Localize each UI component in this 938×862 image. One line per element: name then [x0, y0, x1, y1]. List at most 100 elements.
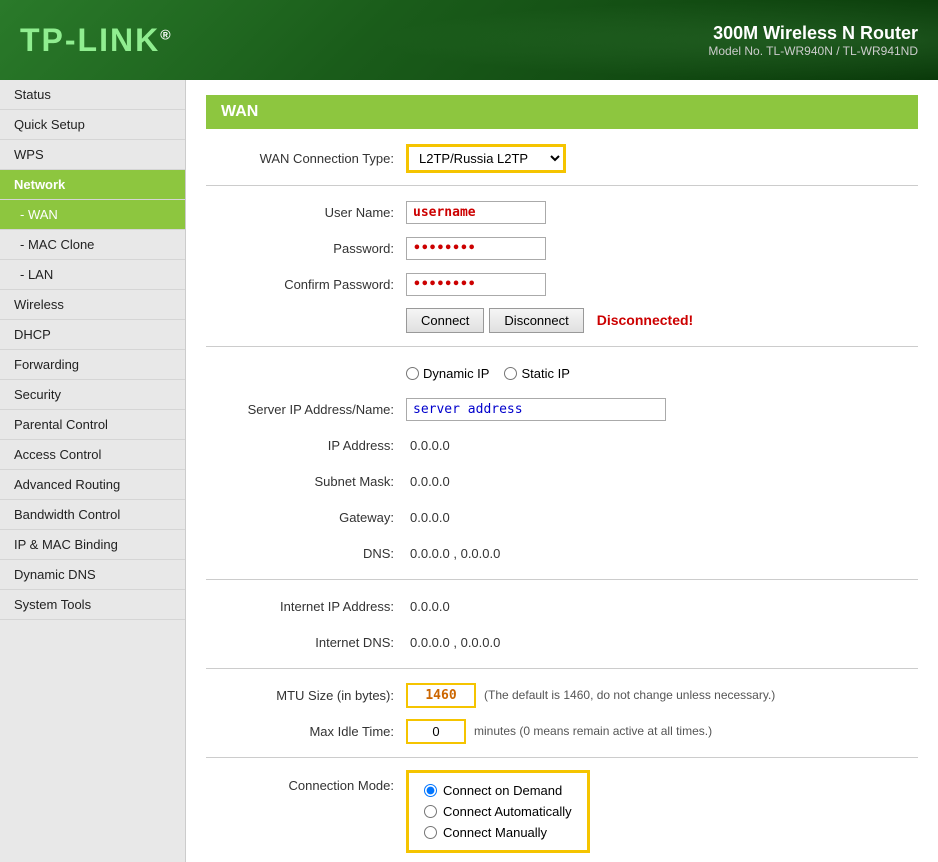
- connect-manually-option[interactable]: Connect Manually: [424, 825, 572, 840]
- sidebar-item-parental-control[interactable]: Parental Control: [0, 410, 185, 440]
- connect-manually-radio[interactable]: [424, 826, 437, 839]
- dynamic-ip-label: Dynamic IP: [423, 366, 489, 381]
- sidebar-item-network[interactable]: Network: [0, 170, 185, 200]
- server-ip-label: Server IP Address/Name:: [206, 402, 406, 417]
- server-ip-input[interactable]: [406, 398, 666, 421]
- subnet-mask-value: 0.0.0.0: [410, 474, 450, 489]
- logo-link: LINK: [78, 22, 161, 58]
- static-ip-label: Static IP: [521, 366, 569, 381]
- ip-address-label: IP Address:: [206, 438, 406, 453]
- disconnect-button[interactable]: Disconnect: [489, 308, 583, 333]
- connection-mode-options: Connect on Demand Connect Automatically …: [424, 783, 572, 840]
- sidebar-item-mac-clone[interactable]: - MAC Clone: [0, 230, 185, 260]
- gateway-row: Gateway: 0.0.0.0: [206, 503, 918, 531]
- internet-ip-label: Internet IP Address:: [206, 599, 406, 614]
- server-ip-row: Server IP Address/Name:: [206, 395, 918, 423]
- connect-on-demand-label: Connect on Demand: [443, 783, 562, 798]
- wan-connection-type-row: WAN Connection Type: L2TP/Russia L2TP: [206, 144, 918, 173]
- username-input[interactable]: [406, 201, 546, 224]
- connection-mode-box: Connect on Demand Connect Automatically …: [406, 770, 590, 853]
- internet-ip-row: Internet IP Address: 0.0.0.0: [206, 592, 918, 620]
- content-inner: WAN WAN Connection Type: L2TP/Russia L2T…: [186, 80, 938, 862]
- gateway-value: 0.0.0.0: [410, 510, 450, 525]
- connect-on-demand-radio[interactable]: [424, 784, 437, 797]
- header: TP-LINK® 300M Wireless N Router Model No…: [0, 0, 938, 80]
- dns-label: DNS:: [206, 546, 406, 561]
- main-layout: Status Quick Setup WPS Network - WAN - M…: [0, 80, 938, 862]
- connect-automatically-label: Connect Automatically: [443, 804, 572, 819]
- confirm-password-row: Confirm Password:: [206, 270, 918, 298]
- sidebar-item-bandwidth-control[interactable]: Bandwidth Control: [0, 500, 185, 530]
- max-idle-row: Max Idle Time: minutes (0 means remain a…: [206, 717, 918, 745]
- internet-dns-label: Internet DNS:: [206, 635, 406, 650]
- connect-button[interactable]: Connect: [406, 308, 484, 333]
- connect-automatically-radio[interactable]: [424, 805, 437, 818]
- wan-connection-type-select[interactable]: L2TP/Russia L2TP: [406, 144, 566, 173]
- confirm-password-label: Confirm Password:: [206, 277, 406, 292]
- mtu-input[interactable]: [406, 683, 476, 708]
- internet-dns-row: Internet DNS: 0.0.0.0 , 0.0.0.0: [206, 628, 918, 656]
- connect-manually-label: Connect Manually: [443, 825, 547, 840]
- product-model: Model No. TL-WR940N / TL-WR941ND: [708, 44, 918, 58]
- sidebar-item-access-control[interactable]: Access Control: [0, 440, 185, 470]
- username-row: User Name:: [206, 198, 918, 226]
- static-ip-radio[interactable]: [504, 367, 517, 380]
- divider-4: [206, 668, 918, 669]
- max-idle-input[interactable]: [406, 719, 466, 744]
- divider-2: [206, 346, 918, 347]
- sidebar-item-forwarding[interactable]: Forwarding: [0, 350, 185, 380]
- connect-automatically-option[interactable]: Connect Automatically: [424, 804, 572, 819]
- divider-5: [206, 757, 918, 758]
- subnet-mask-label: Subnet Mask:: [206, 474, 406, 489]
- connection-status: Disconnected!: [597, 312, 693, 328]
- ip-type-row: Dynamic IP Static IP: [206, 359, 918, 387]
- gateway-label: Gateway:: [206, 510, 406, 525]
- connect-on-demand-option[interactable]: Connect on Demand: [424, 783, 572, 798]
- product-info: 300M Wireless N Router Model No. TL-WR94…: [708, 23, 918, 58]
- product-title: 300M Wireless N Router: [708, 23, 918, 44]
- static-ip-option[interactable]: Static IP: [504, 366, 569, 381]
- internet-dns-value: 0.0.0.0 , 0.0.0.0: [410, 635, 500, 650]
- subnet-mask-row: Subnet Mask: 0.0.0.0: [206, 467, 918, 495]
- divider-1: [206, 185, 918, 186]
- page-title: WAN: [206, 95, 918, 129]
- sidebar-item-status[interactable]: Status: [0, 80, 185, 110]
- sidebar-item-wps[interactable]: WPS: [0, 140, 185, 170]
- connect-row: Connect Disconnect Disconnected!: [206, 306, 918, 334]
- logo-tm: ®: [160, 26, 172, 42]
- mtu-row: MTU Size (in bytes): (The default is 146…: [206, 681, 918, 709]
- mtu-hint: (The default is 1460, do not change unle…: [484, 688, 775, 702]
- ip-address-row: IP Address: 0.0.0.0: [206, 431, 918, 459]
- dynamic-ip-option[interactable]: Dynamic IP: [406, 366, 489, 381]
- internet-ip-value: 0.0.0.0: [410, 599, 450, 614]
- password-row: Password:: [206, 234, 918, 262]
- connection-mode-row: Connection Mode: Connect on Demand Conne…: [206, 770, 918, 853]
- confirm-password-input[interactable]: [406, 273, 546, 296]
- password-label: Password:: [206, 241, 406, 256]
- divider-3: [206, 579, 918, 580]
- dns-row: DNS: 0.0.0.0 , 0.0.0.0: [206, 539, 918, 567]
- sidebar-item-advanced-routing[interactable]: Advanced Routing: [0, 470, 185, 500]
- max-idle-label: Max Idle Time:: [206, 724, 406, 739]
- wan-connection-type-label: WAN Connection Type:: [206, 151, 406, 166]
- mtu-label: MTU Size (in bytes):: [206, 688, 406, 703]
- sidebar-item-dhcp[interactable]: DHCP: [0, 320, 185, 350]
- sidebar-item-wan[interactable]: - WAN: [0, 200, 185, 230]
- logo-tp: TP-: [20, 22, 78, 58]
- max-idle-hint: minutes (0 means remain active at all ti…: [474, 724, 712, 738]
- sidebar-item-wireless[interactable]: Wireless: [0, 290, 185, 320]
- logo: TP-LINK®: [20, 22, 173, 59]
- sidebar-item-quick-setup[interactable]: Quick Setup: [0, 110, 185, 140]
- ip-address-value: 0.0.0.0: [410, 438, 450, 453]
- password-input[interactable]: [406, 237, 546, 260]
- dns-value: 0.0.0.0 , 0.0.0.0: [410, 546, 500, 561]
- sidebar-item-system-tools[interactable]: System Tools: [0, 590, 185, 620]
- dynamic-ip-radio[interactable]: [406, 367, 419, 380]
- sidebar-item-lan[interactable]: - LAN: [0, 260, 185, 290]
- sidebar-item-security[interactable]: Security: [0, 380, 185, 410]
- sidebar-item-ip-mac-binding[interactable]: IP & MAC Binding: [0, 530, 185, 560]
- sidebar-item-dynamic-dns[interactable]: Dynamic DNS: [0, 560, 185, 590]
- content-area: WAN WAN Connection Type: L2TP/Russia L2T…: [186, 80, 938, 862]
- sidebar: Status Quick Setup WPS Network - WAN - M…: [0, 80, 186, 862]
- connection-mode-label: Connection Mode:: [206, 770, 406, 793]
